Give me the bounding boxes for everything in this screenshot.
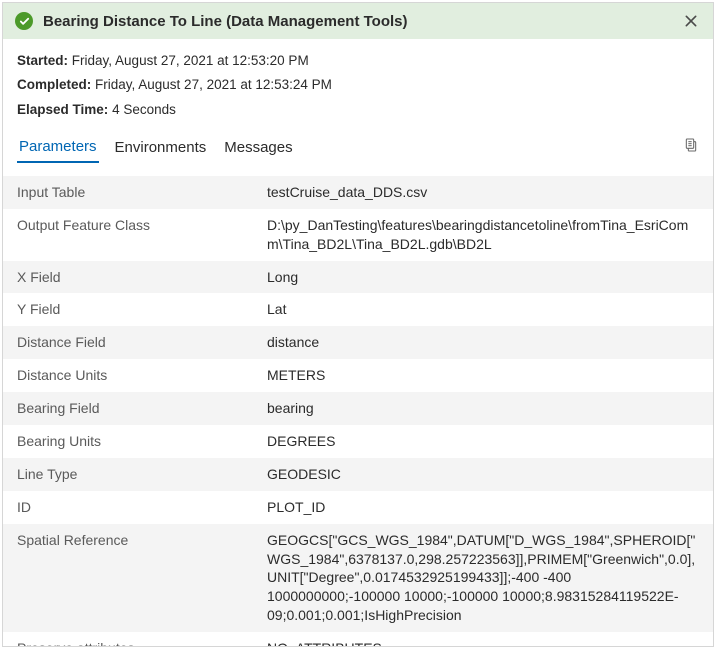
param-value: Lat — [267, 300, 699, 319]
parameters-table: Input TabletestCruise_data_DDS.csvOutput… — [3, 176, 713, 646]
param-label: Input Table — [17, 183, 267, 202]
tool-result-panel: Bearing Distance To Line (Data Managemen… — [2, 2, 714, 647]
param-value: distance — [267, 333, 699, 352]
tab-environments[interactable]: Environments — [113, 135, 209, 162]
tab-parameters[interactable]: Parameters — [17, 134, 99, 163]
started-row: Started: Friday, August 27, 2021 at 12:5… — [17, 49, 699, 73]
param-value: bearing — [267, 399, 699, 418]
param-label: Preserve attributes — [17, 639, 267, 646]
param-value: D:\py_DanTesting\features\bearingdistanc… — [267, 216, 699, 254]
close-icon[interactable] — [681, 11, 701, 31]
param-label: Line Type — [17, 465, 267, 484]
tabs: Parameters Environments Messages — [3, 128, 713, 164]
param-value: DEGREES — [267, 432, 699, 451]
param-label: X Field — [17, 268, 267, 287]
elapsed-row: Elapsed Time: 4 Seconds — [17, 98, 699, 122]
param-row: Spatial ReferenceGEOGCS["GCS_WGS_1984",D… — [3, 524, 713, 632]
param-label: Y Field — [17, 300, 267, 319]
completed-label: Completed: — [17, 77, 91, 92]
param-value: NO_ATTRIBUTES — [267, 639, 699, 646]
param-value: PLOT_ID — [267, 498, 699, 517]
param-row: Preserve attributesNO_ATTRIBUTES — [3, 632, 713, 646]
param-row: X FieldLong — [3, 261, 713, 294]
completed-value: Friday, August 27, 2021 at 12:53:24 PM — [95, 77, 332, 92]
param-label: Distance Units — [17, 366, 267, 385]
elapsed-value: 4 Seconds — [112, 102, 176, 117]
param-label: Bearing Field — [17, 399, 267, 418]
param-label: Bearing Units — [17, 432, 267, 451]
param-row: Bearing UnitsDEGREES — [3, 425, 713, 458]
copy-icon[interactable] — [683, 136, 699, 161]
started-label: Started: — [17, 53, 68, 68]
param-label: Spatial Reference — [17, 531, 267, 625]
param-value: GEODESIC — [267, 465, 699, 484]
param-row: Y FieldLat — [3, 293, 713, 326]
param-value: Long — [267, 268, 699, 287]
param-row: Line TypeGEODESIC — [3, 458, 713, 491]
panel-header: Bearing Distance To Line (Data Managemen… — [3, 3, 713, 39]
param-row: Distance Fielddistance — [3, 326, 713, 359]
param-value: METERS — [267, 366, 699, 385]
elapsed-label: Elapsed Time: — [17, 102, 108, 117]
param-label: Distance Field — [17, 333, 267, 352]
started-value: Friday, August 27, 2021 at 12:53:20 PM — [72, 53, 309, 68]
tool-title: Bearing Distance To Line (Data Managemen… — [43, 13, 671, 30]
param-row: IDPLOT_ID — [3, 491, 713, 524]
param-row: Distance UnitsMETERS — [3, 359, 713, 392]
param-value: GEOGCS["GCS_WGS_1984",DATUM["D_WGS_1984"… — [267, 531, 699, 625]
param-label: Output Feature Class — [17, 216, 267, 254]
param-value: testCruise_data_DDS.csv — [267, 183, 699, 202]
param-row: Bearing Fieldbearing — [3, 392, 713, 425]
success-icon — [15, 12, 33, 30]
param-row: Input TabletestCruise_data_DDS.csv — [3, 176, 713, 209]
tab-messages[interactable]: Messages — [222, 135, 294, 162]
run-metadata: Started: Friday, August 27, 2021 at 12:5… — [3, 39, 713, 128]
param-row: Output Feature ClassD:\py_DanTesting\fea… — [3, 209, 713, 261]
param-label: ID — [17, 498, 267, 517]
completed-row: Completed: Friday, August 27, 2021 at 12… — [17, 73, 699, 97]
